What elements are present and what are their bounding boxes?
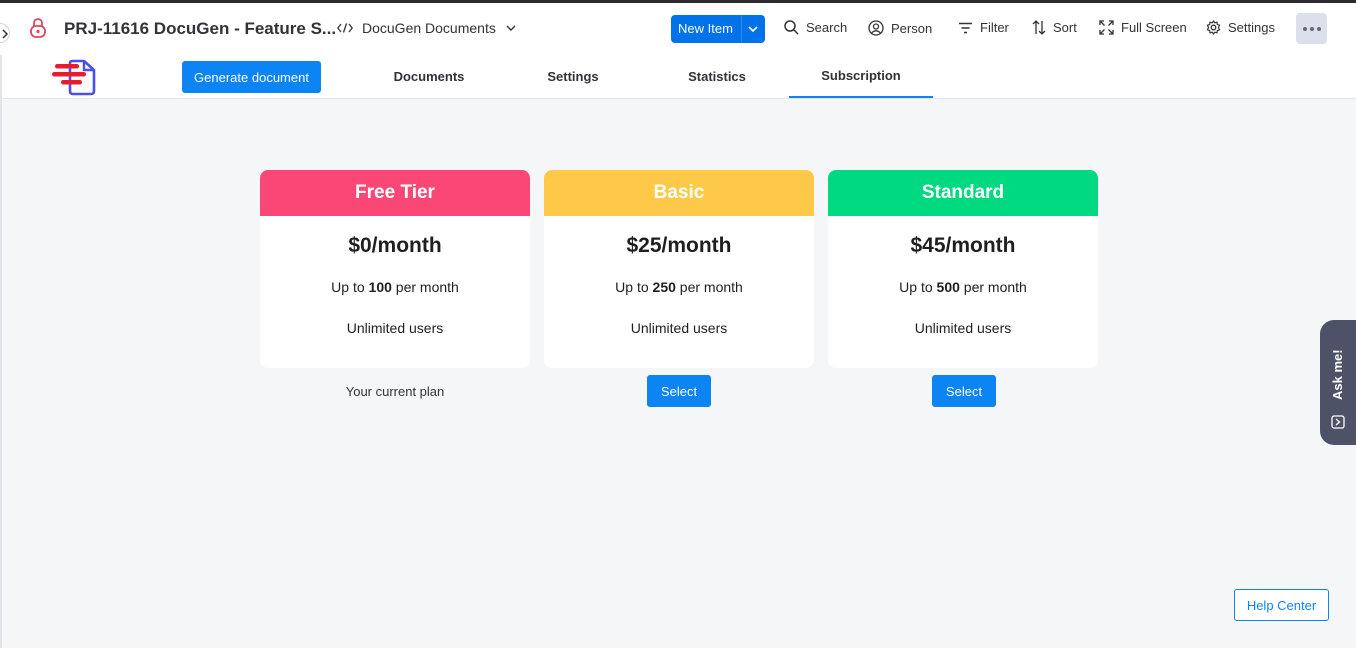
plan-limit: Up to 100 per month [260, 279, 530, 295]
limit-suffix: per month [679, 279, 743, 295]
select-standard-button[interactable]: Select [932, 375, 996, 407]
plan-users: Unlimited users [914, 320, 1012, 336]
plan-limit: Up to 500 per month [828, 279, 1098, 295]
limit-prefix: Up to [899, 279, 933, 295]
plan-users: Unlimited users [630, 320, 728, 336]
tab-documents[interactable]: Documents [357, 55, 501, 98]
gear-icon [1206, 20, 1221, 35]
search-button[interactable]: Search [784, 20, 847, 35]
limit-prefix: Up to [615, 279, 649, 295]
code-icon [337, 23, 353, 33]
plan-price: $25/month [626, 234, 732, 257]
filter-label: Filter [980, 20, 1009, 35]
limit-suffix: per month [395, 279, 459, 295]
generate-document-button[interactable]: Generate document [182, 61, 321, 93]
settings-label: Settings [1228, 20, 1275, 35]
filter-icon [959, 22, 972, 33]
limit-suffix: per month [963, 279, 1027, 295]
tab-statistics[interactable]: Statistics [645, 55, 789, 98]
search-icon [784, 20, 799, 35]
person-button[interactable]: Person [868, 20, 932, 36]
sidebar-toggle[interactable] [0, 23, 10, 43]
tab-subscription[interactable]: Subscription [789, 55, 933, 98]
chevron-down-icon [748, 26, 758, 32]
person-label: Person [891, 20, 933, 36]
plan-name: Free Tier [260, 170, 530, 216]
new-item-label: New Item [678, 21, 733, 36]
chat-icon [1331, 415, 1345, 429]
board-title[interactable]: PRJ-11616 DocuGen - Feature S... [64, 19, 336, 39]
limit-value: 100 [368, 279, 392, 295]
select-basic-button[interactable]: Select [647, 375, 711, 407]
tab-settings[interactable]: Settings [501, 55, 645, 98]
ask-me-widget[interactable]: Ask me! [1320, 320, 1356, 445]
left-border [0, 55, 2, 99]
sort-label: Sort [1053, 20, 1077, 35]
full-screen-button[interactable]: Full Screen [1099, 20, 1187, 35]
sort-button[interactable]: Sort [1032, 20, 1077, 35]
dot [1302, 26, 1307, 31]
limit-value: 250 [652, 279, 676, 295]
full-screen-icon [1099, 20, 1114, 35]
chevron-down-icon [506, 25, 516, 31]
sort-icon [1032, 20, 1046, 35]
plan-name: Standard [828, 170, 1098, 216]
new-item-button[interactable]: New Item [671, 15, 765, 43]
docugen-logo [50, 57, 98, 102]
current-plan-label: Your current plan [345, 384, 445, 399]
left-border [0, 99, 2, 648]
more-options-button[interactable] [1296, 13, 1327, 44]
help-center-button[interactable]: Help Center [1234, 589, 1329, 621]
search-label: Search [806, 20, 848, 35]
settings-button[interactable]: Settings [1206, 20, 1275, 35]
filter-button[interactable]: Filter [958, 20, 1009, 35]
chevron-right-icon [2, 29, 9, 39]
view-selector[interactable]: DocuGen Documents [337, 20, 516, 36]
plan-card-basic: Basic $25/month Up to 250 per month Unli… [544, 170, 814, 368]
plan-price: $0/month [348, 234, 442, 257]
lock-icon [29, 17, 47, 44]
view-name: DocuGen Documents [362, 20, 496, 36]
dot [1316, 26, 1321, 31]
ask-me-label: Ask me! [1330, 349, 1345, 400]
new-item-dropdown[interactable] [740, 15, 765, 43]
board-header: PRJ-11616 DocuGen - Feature S... DocuGen… [0, 3, 1356, 55]
plan-card-free: Free Tier $0/month Up to 100 per month U… [260, 170, 530, 368]
person-icon [868, 20, 884, 36]
plan-card-standard: Standard $45/month Up to 500 per month U… [828, 170, 1098, 368]
dot [1309, 26, 1314, 31]
plan-price: $45/month [910, 234, 1016, 257]
limit-value: 500 [936, 279, 960, 295]
plan-limit: Up to 250 per month [544, 279, 814, 295]
full-screen-label: Full Screen [1121, 20, 1187, 35]
limit-prefix: Up to [331, 279, 365, 295]
app-nav: Generate document Documents Settings Sta… [0, 55, 1356, 99]
plan-name: Basic [544, 170, 814, 216]
plan-users: Unlimited users [346, 320, 444, 336]
